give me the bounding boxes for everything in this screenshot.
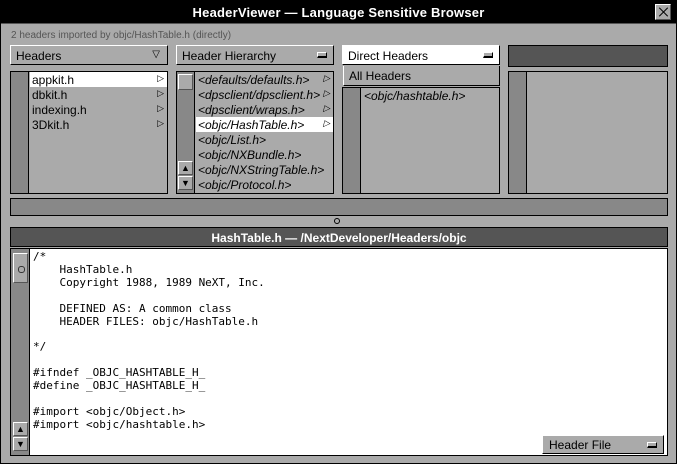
- code-line: HEADER FILES: objc/HashTable.h: [33, 314, 259, 328]
- list-item-label: <objc/NXStringTable.h>: [198, 163, 325, 177]
- list-item-label: dbkit.h: [32, 88, 68, 102]
- direct-headers-column[interactable]: <objc/hashtable.h>: [342, 87, 500, 194]
- split-view-divider-handle[interactable]: [334, 218, 340, 224]
- source-scrollbar[interactable]: ▲ ▼: [11, 249, 30, 455]
- hierarchy-popup[interactable]: Header Hierarchy: [176, 45, 334, 65]
- title-bar[interactable]: HeaderViewer — Language Sensitive Browse…: [1, 1, 676, 24]
- right-triangle-icon: ▷: [323, 88, 330, 98]
- menu-option-label: All Headers: [349, 69, 412, 83]
- list-item-label: 3Dkit.h: [32, 118, 70, 132]
- list-item-label: <objc/HashTable.h>: [198, 118, 305, 132]
- list-item[interactable]: <objc/List.h>: [196, 132, 333, 147]
- list-item-label: <dpsclient/wraps.h>: [198, 103, 305, 117]
- list-item[interactable]: <objc/hashtable.h>: [362, 88, 499, 103]
- headers-popup-label: Headers: [16, 49, 62, 63]
- horizontal-scroller[interactable]: [10, 198, 668, 216]
- scroll-knob[interactable]: [178, 74, 193, 90]
- list-item-label: indexing.h: [32, 103, 87, 117]
- code-line: #import <objc/Object.h>: [33, 404, 186, 418]
- status-line: 2 headers imported by objc/HashTable.h (…: [11, 30, 232, 41]
- list-item[interactable]: <objc/NXBundle.h>: [196, 147, 333, 162]
- right-triangle-icon: ▷: [157, 73, 164, 83]
- document-header: HashTable.h — /NextDeveloper/Headers/obj…: [10, 227, 668, 247]
- right-triangle-icon: ▷: [323, 118, 330, 128]
- list-item[interactable]: <dpsclient/dpsclient.h> ▷: [196, 87, 333, 102]
- list-item[interactable]: appkit.h ▷: [30, 72, 167, 87]
- right-triangle-icon: ▷: [157, 88, 164, 98]
- list-item[interactable]: <defaults/defaults.h> ▷: [196, 72, 333, 87]
- down-arrow-icon[interactable]: ▼: [13, 437, 28, 451]
- window-title: HeaderViewer — Language Sensitive Browse…: [192, 5, 485, 20]
- hierarchy-column[interactable]: ▲ ▼ <defaults/defaults.h> ▷ <dpsclient/d…: [176, 71, 334, 194]
- source-code-text[interactable]: /* HashTable.h Copyright 1988, 1989 NeXT…: [33, 250, 265, 445]
- right-triangle-icon: ▷: [157, 103, 164, 113]
- scroll-knob[interactable]: [13, 253, 28, 283]
- files-column[interactable]: appkit.h ▷ dbkit.h ▷ indexing.h ▷ 3Dkit.…: [10, 71, 168, 194]
- list-item-label: <objc/hashtable.h>: [364, 89, 466, 103]
- code-line: /*: [33, 250, 47, 263]
- code-line: #define _OBJC_HASHTABLE_H_: [33, 379, 206, 393]
- list-item[interactable]: 3Dkit.h ▷: [30, 117, 167, 132]
- header-file-popup-label: Header File: [549, 438, 612, 452]
- empty-column-header: [508, 45, 668, 67]
- list-item[interactable]: <objc/HashTable.h> ▷: [196, 117, 333, 132]
- code-line: Copyright 1988, 1989 NeXT, Inc.: [33, 275, 265, 289]
- files-scrollbar[interactable]: [11, 72, 29, 193]
- code-line: HashTable.h: [33, 262, 133, 276]
- list-item-label: <objc/NXBundle.h>: [198, 148, 302, 162]
- right-triangle-icon: ▷: [323, 103, 330, 113]
- down-arrow-icon[interactable]: ▼: [178, 176, 193, 190]
- direct-headers-popup[interactable]: Direct Headers: [342, 45, 500, 65]
- close-icon[interactable]: [655, 4, 671, 20]
- list-item-label: <dpsclient/dpsclient.h>: [198, 88, 321, 102]
- list-item-label: <objc/Protocol.h>: [198, 178, 292, 192]
- direct-headers-scrollbar[interactable]: [343, 88, 361, 193]
- up-arrow-icon[interactable]: ▲: [178, 161, 193, 175]
- popup-mark-icon: [483, 52, 493, 58]
- list-item-label: appkit.h: [32, 73, 75, 87]
- list-item[interactable]: <objc/Protocol.h>: [196, 177, 333, 192]
- list-item[interactable]: indexing.h ▷: [30, 102, 167, 117]
- headers-popup[interactable]: Headers ▽: [10, 45, 168, 65]
- popup-menu-option-all-headers[interactable]: All Headers: [343, 66, 500, 86]
- header-file-popup[interactable]: Header File: [542, 435, 664, 454]
- pulldown-triangle-icon: ▽: [152, 49, 160, 60]
- up-arrow-icon[interactable]: ▲: [13, 422, 28, 436]
- code-line: DEFINED AS: A common class: [33, 301, 232, 315]
- direct-headers-popup-label: Direct Headers: [348, 49, 429, 63]
- hierarchy-scrollbar[interactable]: ▲ ▼: [177, 72, 195, 193]
- popup-mark-icon: [317, 52, 327, 58]
- list-item[interactable]: dbkit.h ▷: [30, 87, 167, 102]
- right-triangle-icon: ▷: [157, 118, 164, 128]
- right-triangle-icon: ▷: [323, 73, 330, 83]
- code-line: #import <objc/hashtable.h>: [33, 417, 206, 431]
- code-line: */: [33, 340, 47, 354]
- header-viewer-window: HeaderViewer — Language Sensitive Browse…: [0, 0, 677, 464]
- hierarchy-popup-label: Header Hierarchy: [182, 49, 277, 63]
- list-item[interactable]: <dpsclient/wraps.h> ▷: [196, 102, 333, 117]
- popup-mark-icon: [647, 442, 657, 448]
- list-item[interactable]: <objc/NXStringTable.h>: [196, 162, 333, 177]
- list-item-label: <defaults/defaults.h>: [198, 73, 310, 87]
- empty-column-scrollbar[interactable]: [509, 72, 527, 193]
- empty-column[interactable]: [508, 71, 668, 194]
- list-item-label: <objc/List.h>: [198, 133, 267, 147]
- source-view[interactable]: ▲ ▼ /* HashTable.h Copyright 1988, 1989 …: [10, 248, 668, 456]
